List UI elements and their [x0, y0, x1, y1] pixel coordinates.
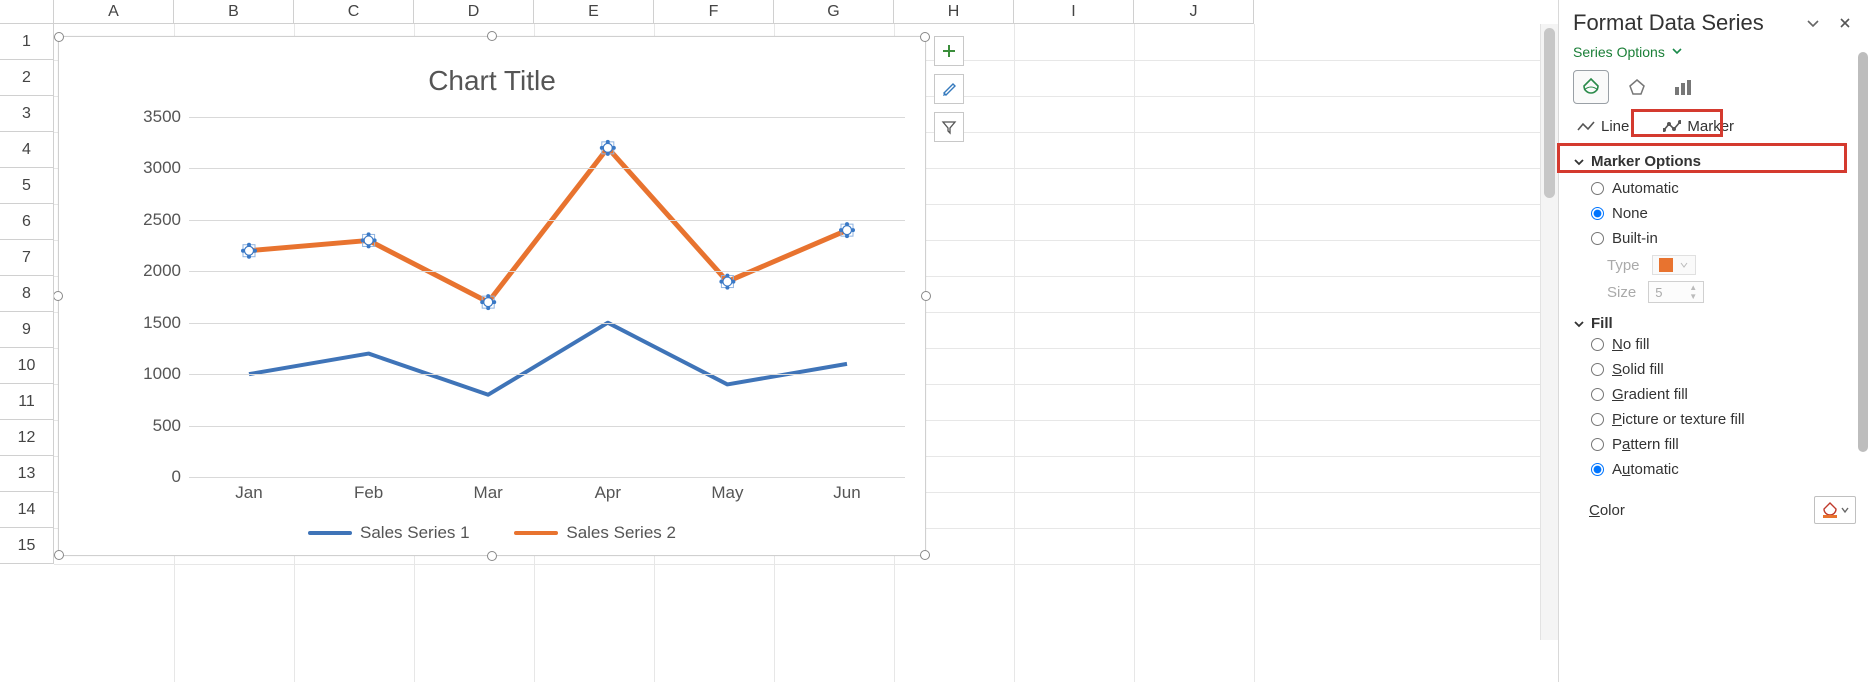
- series-options-dropdown[interactable]: Series Options: [1559, 40, 1870, 70]
- row-header-11[interactable]: 11: [0, 384, 54, 420]
- chart-plot: 0500100015002000250030003500 JanFebMarAp…: [129, 117, 905, 475]
- col-header-J[interactable]: J: [1134, 0, 1254, 24]
- spreadsheet-area: ABCDEFGHIJ 123456789101112131415 Chart T…: [0, 0, 1558, 682]
- fill-none[interactable]: No fill: [1573, 332, 1856, 357]
- pane-options-button[interactable]: [1802, 12, 1824, 34]
- marker-none[interactable]: None: [1573, 201, 1856, 226]
- row-header-5[interactable]: 5: [0, 168, 54, 204]
- row-header-8[interactable]: 8: [0, 276, 54, 312]
- marker-type-row: Type: [1573, 255, 1856, 275]
- tab-marker[interactable]: Marker: [1659, 116, 1738, 137]
- section-marker-options[interactable]: Marker Options: [1573, 153, 1856, 170]
- effects-tab-icon[interactable]: [1619, 70, 1655, 104]
- fill-gradient[interactable]: Gradient fill: [1573, 382, 1856, 407]
- chart-object[interactable]: Chart Title 0500100015002000250030003500…: [58, 36, 926, 556]
- col-header-I[interactable]: I: [1014, 0, 1134, 24]
- x-axis: JanFebMarAprMayJun: [189, 483, 905, 507]
- row-header-15[interactable]: 15: [0, 528, 54, 564]
- fill-automatic[interactable]: Automatic: [1573, 457, 1856, 482]
- marker-icon: [1663, 120, 1681, 134]
- col-header-B[interactable]: B: [174, 0, 294, 24]
- col-header-C[interactable]: C: [294, 0, 414, 24]
- fill-pattern[interactable]: Pattern fill: [1573, 432, 1856, 457]
- row-header-3[interactable]: 3: [0, 96, 54, 132]
- col-header-F[interactable]: F: [654, 0, 774, 24]
- marker-automatic[interactable]: Automatic: [1573, 176, 1856, 201]
- row-header-2[interactable]: 2: [0, 60, 54, 96]
- row-header-1[interactable]: 1: [0, 24, 54, 60]
- column-headers: ABCDEFGHIJ: [0, 0, 1558, 24]
- tab-line[interactable]: Line: [1573, 116, 1633, 137]
- row-header-14[interactable]: 14: [0, 492, 54, 528]
- row-headers: 123456789101112131415: [0, 24, 54, 564]
- plot-area: [189, 117, 905, 475]
- pane-close-button[interactable]: [1834, 12, 1856, 34]
- chart-styles-button[interactable]: [934, 74, 964, 104]
- col-header-A[interactable]: A: [54, 0, 174, 24]
- col-header-H[interactable]: H: [894, 0, 1014, 24]
- chart-filters-button[interactable]: [934, 112, 964, 142]
- chart-series-svg: [189, 117, 907, 477]
- fill-color-button[interactable]: [1814, 496, 1856, 524]
- line-icon: [1577, 120, 1595, 134]
- pane-scrollbar[interactable]: [1858, 52, 1868, 552]
- pane-title: Format Data Series: [1573, 10, 1792, 36]
- col-header-E[interactable]: E: [534, 0, 654, 24]
- series-options-tab-icon[interactable]: [1665, 70, 1701, 104]
- fill-color-label: Color: [1589, 502, 1625, 519]
- fill-picture[interactable]: Picture or texture fill: [1573, 407, 1856, 432]
- section-fill[interactable]: Fill: [1573, 315, 1856, 332]
- row-header-12[interactable]: 12: [0, 420, 54, 456]
- format-pane: Format Data Series Series Options: [1558, 0, 1870, 682]
- col-header-D[interactable]: D: [414, 0, 534, 24]
- fill-solid[interactable]: Solid fill: [1573, 357, 1856, 382]
- row-header-10[interactable]: 10: [0, 348, 54, 384]
- marker-builtin[interactable]: Built-in: [1573, 226, 1856, 251]
- marker-size-row: Size 5▲▼: [1573, 281, 1856, 303]
- y-axis: 0500100015002000250030003500: [129, 117, 189, 475]
- select-all-corner[interactable]: [0, 0, 54, 24]
- row-header-13[interactable]: 13: [0, 456, 54, 492]
- row-header-6[interactable]: 6: [0, 204, 54, 240]
- row-header-4[interactable]: 4: [0, 132, 54, 168]
- col-header-G[interactable]: G: [774, 0, 894, 24]
- vertical-scrollbar[interactable]: [1540, 24, 1558, 640]
- chart-legend[interactable]: Sales Series 1 Sales Series 2: [59, 520, 925, 543]
- row-header-7[interactable]: 7: [0, 240, 54, 276]
- fill-line-tab-icon[interactable]: [1573, 70, 1609, 104]
- chart-elements-button[interactable]: [934, 36, 964, 66]
- row-header-9[interactable]: 9: [0, 312, 54, 348]
- chart-title[interactable]: Chart Title: [59, 65, 925, 97]
